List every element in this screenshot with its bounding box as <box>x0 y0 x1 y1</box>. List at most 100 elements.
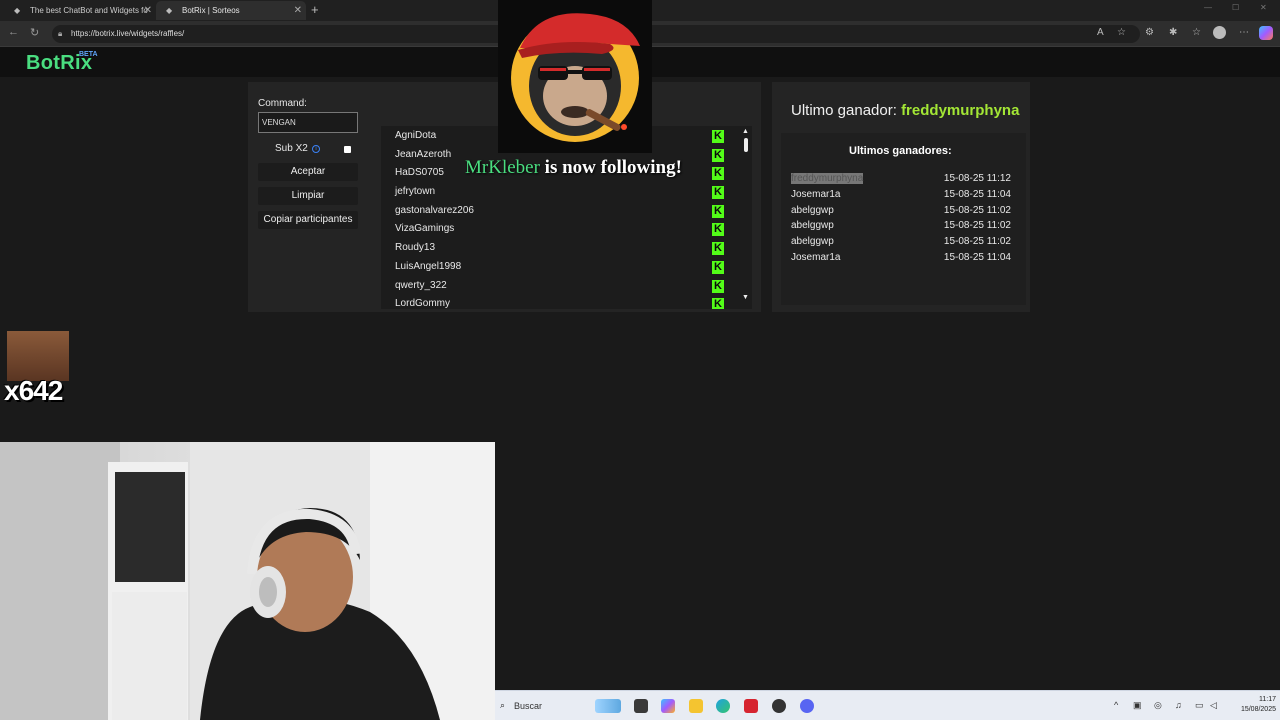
lock-icon: 🔒︎ <box>58 29 63 38</box>
close-tab-icon[interactable]: ✕ <box>294 1 302 20</box>
botrix-favicon-icon: ◆ <box>166 6 173 15</box>
beta-badge: BETA <box>79 51 98 58</box>
microphone-icon[interactable]: ♫ <box>1175 700 1182 710</box>
winner-name: Josemar1a <box>791 252 841 263</box>
scroll-up-icon[interactable]: ▲ <box>742 128 749 135</box>
more-menu-icon[interactable]: ⋯ <box>1239 27 1249 38</box>
last-winner-name: freddymurphyna <box>901 102 1020 119</box>
close-window-icon[interactable]: ✕ <box>1260 3 1267 12</box>
back-icon[interactable]: ← <box>8 26 19 38</box>
minimize-icon[interactable]: — <box>1204 3 1212 12</box>
windows-taskbar: ⌕ Buscar ^ ▣ ◎ ♫ ▭ ◁ 11:17 15/08/2025 <box>495 690 1280 720</box>
sub-x2-label: Sub X2 <box>275 143 308 154</box>
copilot-icon[interactable] <box>1259 26 1273 40</box>
extensions-icon[interactable]: ⚙ <box>1145 27 1154 38</box>
task-view-icon[interactable] <box>634 699 648 713</box>
kick-icon: K <box>712 223 724 236</box>
winner-name[interactable]: freddymurphyna <box>791 173 864 184</box>
winner-row: abelggwp 15-08-25 11:02 <box>791 205 1011 220</box>
display-icon[interactable]: ▭ <box>1195 700 1204 711</box>
monkey-logo-icon <box>511 13 640 142</box>
winner-date: 15-08-25 11:02 <box>943 236 1011 247</box>
profile-avatar[interactable] <box>1213 26 1226 39</box>
speaker-icon[interactable]: ◁ <box>1210 700 1217 711</box>
extension-icon[interactable]: ✱ <box>1169 27 1177 38</box>
tab-title: The best ChatBot and Widgets fo <box>30 6 148 15</box>
favorite-star-icon[interactable]: ☆ <box>1117 27 1126 38</box>
winner-date: 15-08-25 11:02 <box>943 220 1011 231</box>
participants-scrollbar[interactable]: ▲ ▼ <box>741 126 752 309</box>
kick-icon: K <box>712 130 724 143</box>
stream-logo-overlay <box>498 0 652 153</box>
copy-participants-button[interactable]: Copiar participantes <box>258 211 358 229</box>
botrix-favicon-icon: ◆ <box>14 6 21 15</box>
copilot-app-icon[interactable] <box>661 699 675 713</box>
sub-x2-checkbox[interactable] <box>344 146 351 153</box>
participant-name: VizaGamings <box>395 223 455 234</box>
participant-name: LuisAngel1998 <box>395 261 462 272</box>
refresh-icon[interactable]: ↻ <box>30 26 39 39</box>
clock-date: 15/08/2025 <box>1240 706 1276 713</box>
tray-app-icon[interactable]: ▣ <box>1133 700 1142 711</box>
close-tab-icon[interactable]: ✕ <box>144 1 152 20</box>
participant-name: JeanAzeroth <box>395 149 452 160</box>
tray-update-icon[interactable]: ◎ <box>1154 700 1162 711</box>
scroll-thumb[interactable] <box>744 138 748 152</box>
participant-row: gastonalvarez206 K <box>381 202 741 220</box>
kick-icon: K <box>712 242 724 255</box>
winner-name: abelggwp <box>791 236 834 247</box>
participant-name: LordGommy <box>395 298 451 309</box>
url-text: https://botrix.live/widgets/raffles/ <box>71 29 185 38</box>
file-explorer-icon[interactable] <box>689 699 703 713</box>
new-tab-button[interactable]: + <box>311 1 319 19</box>
winner-row: abelggwp 15-08-25 11:02 <box>791 236 1011 251</box>
search-placeholder: Buscar <box>514 701 543 711</box>
participant-row: LordGommy K <box>381 295 741 309</box>
webcam-image <box>0 442 495 720</box>
winner-date: 15-08-25 11:02 <box>943 205 1011 216</box>
edge-browser-icon[interactable] <box>716 699 730 713</box>
weather-widget-icon[interactable] <box>595 699 621 713</box>
participant-row: Roudy13 K <box>381 239 741 257</box>
winner-name: abelggwp <box>791 220 834 231</box>
tab-chatbot[interactable]: ◆ The best ChatBot and Widgets fo ✕ <box>4 1 156 20</box>
kick-icon: K <box>712 149 724 162</box>
clock-time: 11:17 <box>1259 696 1276 703</box>
search-icon: ⌕ <box>500 700 506 710</box>
maximize-icon[interactable]: ☐ <box>1232 3 1239 12</box>
last-winner-line: Ultimo ganador: freddymurphyna <box>791 102 1019 119</box>
winner-row: freddymurphyna 15-08-25 11:12 <box>791 173 1011 188</box>
winners-history-title: Ultimos ganadores: <box>849 145 952 157</box>
obs-studio-icon[interactable] <box>772 699 786 713</box>
follow-alert: MrKleber is now following! <box>465 157 682 179</box>
clear-button[interactable]: Limpiar <box>258 187 358 205</box>
scroll-down-icon[interactable]: ▼ <box>742 294 749 301</box>
participants-list[interactable]: AgniDota K JeanAzeroth K HaDS0705 K jefr… <box>381 126 752 309</box>
wps-office-icon[interactable] <box>744 699 758 713</box>
info-icon[interactable]: i <box>312 145 320 153</box>
winner-row: abelggwp 15-08-25 11:02 <box>791 220 1011 235</box>
discord-icon[interactable] <box>800 699 814 713</box>
kick-icon: K <box>712 298 724 309</box>
participant-name: HaDS0705 <box>395 167 444 178</box>
participant-name: AgniDota <box>395 130 437 141</box>
winner-date: 15-08-25 11:12 <box>943 173 1011 184</box>
tab-sorteos[interactable]: ◆ BotRix | Sorteos ✕ <box>156 1 306 20</box>
favorites-icon[interactable]: ☆ <box>1192 27 1201 38</box>
accept-button[interactable]: Aceptar <box>258 163 358 181</box>
sub-x2-row: Sub X2 i <box>258 142 358 156</box>
participant-row: qwerty_322 K <box>381 277 741 295</box>
participant-name: jefrytown <box>395 186 436 197</box>
last-winner-label: Ultimo ganador: <box>791 102 897 119</box>
taskbar-clock[interactable]: 11:17 15/08/2025 <box>1228 695 1276 715</box>
webcam-feed <box>0 442 495 720</box>
show-hidden-icons-icon[interactable]: ^ <box>1114 700 1118 710</box>
kick-icon: K <box>712 167 724 180</box>
winner-date: 15-08-25 11:04 <box>943 189 1011 200</box>
participant-name: qwerty_322 <box>395 280 447 291</box>
participant-row: LuisAngel1998 K <box>381 258 741 276</box>
command-input[interactable] <box>258 112 358 133</box>
emote-counter: x642 <box>4 375 63 406</box>
winner-name: Josemar1a <box>791 189 841 200</box>
read-aloud-icon[interactable]: A <box>1097 27 1104 38</box>
